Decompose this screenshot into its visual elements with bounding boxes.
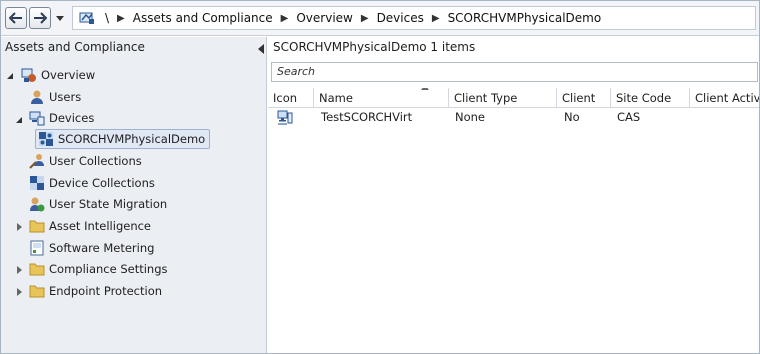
breadcrumb-separator-icon[interactable]: ▶: [281, 13, 289, 24]
expanded-chevron-icon[interactable]: [6, 72, 14, 80]
tree-item-label: SCORCHVMPhysicalDemo: [58, 132, 206, 146]
search-input[interactable]: Search: [271, 62, 758, 82]
breadcrumb-separator-icon[interactable]: ▶: [361, 13, 369, 24]
software-metering-icon: [30, 240, 44, 256]
column-header-client-activity[interactable]: Client Activity: [690, 88, 759, 108]
tree-item-user-collections[interactable]: User Collections: [29, 151, 142, 171]
tree-item-label: User Collections: [49, 154, 142, 168]
breadcrumb-assets[interactable]: Assets and Compliance: [133, 11, 273, 25]
tree-item-user-state-migration[interactable]: User State Migration: [29, 194, 167, 214]
table-row[interactable]: TestSCORCHVirt None No CAS: [268, 109, 759, 127]
grid-header: Icon Name Client Type Client Site Code C…: [268, 88, 759, 108]
tree-item-label: Users: [49, 90, 82, 104]
breadcrumb-root[interactable]: \: [105, 11, 109, 25]
content-title: SCORCHVMPhysicalDemo 1 items: [273, 40, 476, 54]
tree-item-label: Software Metering: [49, 241, 155, 255]
breadcrumb-devices[interactable]: Devices: [377, 11, 424, 25]
cell-site-code: CAS: [617, 110, 641, 124]
tree-item-scorchvmphysicaldemo[interactable]: SCORCHVMPhysicalDemo: [35, 129, 211, 149]
console-icon: [79, 12, 94, 24]
breadcrumb-overview[interactable]: Overview: [296, 11, 353, 25]
cell-client-type: None: [455, 110, 486, 124]
collapse-pane-icon[interactable]: [257, 44, 265, 54]
tree-item-label: Overview: [41, 68, 96, 82]
tree-item-compliance-settings[interactable]: Compliance Settings: [29, 259, 168, 279]
device-collection-icon: [39, 132, 53, 146]
breadcrumb-collection[interactable]: SCORCHVMPhysicalDemo: [448, 11, 602, 25]
history-dropdown-button[interactable]: [54, 11, 66, 25]
content-pane: SCORCHVMPhysicalDemo 1 items Search Icon…: [268, 37, 759, 353]
forward-arrow-icon: [34, 12, 47, 24]
device-collection-icon: [30, 176, 44, 190]
column-header-name[interactable]: Name: [314, 88, 449, 108]
folder-icon: [29, 263, 45, 276]
column-header-label: Name: [319, 91, 353, 105]
tree-item-label: Asset Intelligence: [49, 219, 152, 233]
breadcrumb: \ ▶ Assets and Compliance ▶ Overview ▶ D…: [72, 6, 756, 30]
forward-button[interactable]: [29, 7, 51, 29]
tree-item-label: Compliance Settings: [49, 262, 168, 276]
back-arrow-icon: [9, 12, 22, 24]
tree-item-label: User State Migration: [49, 197, 168, 211]
breadcrumb-separator-icon[interactable]: ▶: [432, 13, 440, 24]
navigation-pane: Assets and Compliance Overview Users Dev…: [1, 37, 267, 353]
breadcrumb-separator-icon[interactable]: ▶: [117, 13, 125, 24]
cell-name: TestSCORCHVirt: [321, 110, 413, 124]
column-header-client-type[interactable]: Client Type: [449, 88, 557, 108]
tree-item-devices[interactable]: Devices: [29, 108, 94, 128]
tree-item-label: Endpoint Protection: [49, 284, 163, 298]
folder-icon: [29, 285, 45, 298]
tree-item-overview[interactable]: Overview: [21, 65, 95, 85]
console-window: \ ▶ Assets and Compliance ▶ Overview ▶ D…: [0, 0, 760, 354]
tree-item-device-collections[interactable]: Device Collections: [29, 173, 155, 193]
tree-item-software-metering[interactable]: Software Metering: [29, 238, 154, 258]
collapsed-chevron-icon[interactable]: [16, 223, 24, 231]
navigation-bar: \ ▶ Assets and Compliance ▶ Overview ▶ D…: [1, 1, 759, 36]
pane-title: Assets and Compliance: [5, 40, 145, 54]
devices-icon: [29, 111, 45, 126]
sort-ascending-icon: [421, 88, 429, 90]
cell-client: No: [564, 110, 580, 124]
collapsed-chevron-icon[interactable]: [16, 266, 24, 274]
tree-item-users[interactable]: Users: [29, 87, 81, 107]
chevron-down-icon: [56, 15, 64, 21]
column-header-icon[interactable]: Icon: [268, 88, 314, 108]
column-header-site-code[interactable]: Site Code: [611, 88, 690, 108]
user-state-migration-icon: [30, 197, 45, 212]
user-collection-icon: [29, 154, 44, 169]
tree-item-asset-intelligence[interactable]: Asset Intelligence: [29, 216, 151, 236]
back-button[interactable]: [5, 7, 27, 29]
folder-icon: [29, 220, 45, 233]
tree-item-label: Device Collections: [49, 176, 155, 190]
user-icon: [31, 90, 43, 104]
tree-item-endpoint-protection[interactable]: Endpoint Protection: [29, 281, 162, 301]
computer-icon: [277, 110, 293, 125]
column-header-client[interactable]: Client: [557, 88, 611, 108]
collapsed-chevron-icon[interactable]: [16, 288, 24, 296]
tree-item-label: Devices: [49, 111, 95, 125]
expanded-chevron-icon[interactable]: [15, 116, 23, 124]
overview-icon: [21, 68, 36, 82]
